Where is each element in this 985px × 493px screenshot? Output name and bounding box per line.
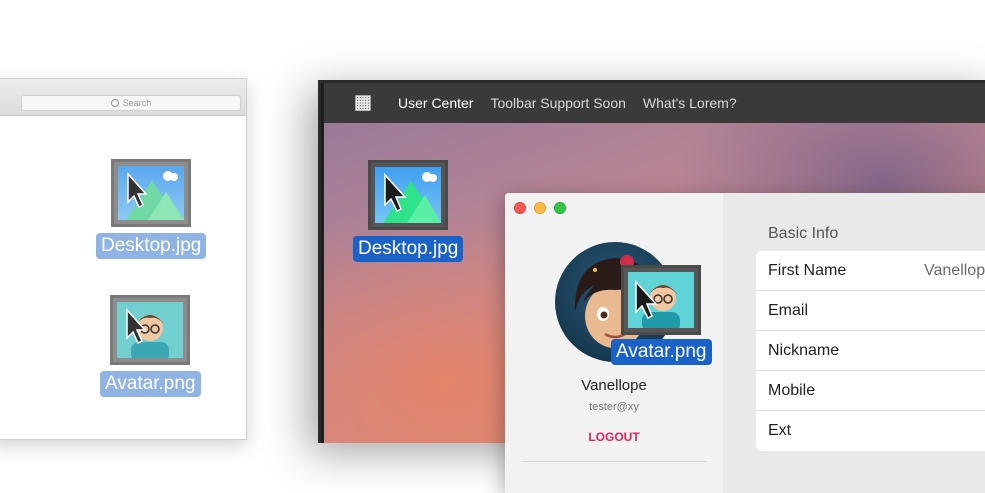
form-row-first-name[interactable]: First Name Vanellope bbox=[756, 251, 985, 291]
field-label: Email bbox=[768, 301, 809, 319]
app-toolbar: ▦ User Center Toolbar Support Soon What'… bbox=[324, 83, 985, 123]
field-label: First Name bbox=[768, 261, 847, 279]
user-name: Vanellope bbox=[581, 377, 647, 394]
qr-logo-icon[interactable]: ▦ bbox=[352, 92, 374, 114]
desktop-file-desktop[interactable]: Desktop.jpg bbox=[353, 160, 464, 262]
file-name-label: Avatar.png bbox=[611, 339, 712, 365]
file-name-label: Avatar.png bbox=[100, 371, 201, 397]
toolbar-item-user-center[interactable]: User Center bbox=[398, 95, 473, 111]
dragged-file-avatar[interactable]: Avatar.png bbox=[611, 265, 712, 365]
form-row-nickname[interactable]: Nickname bbox=[756, 331, 985, 371]
avatar-image-icon bbox=[110, 295, 191, 365]
finder-file-avatar[interactable]: Avatar.png bbox=[100, 295, 201, 397]
search-icon bbox=[110, 99, 119, 107]
form-row-mobile[interactable]: Mobile bbox=[756, 371, 985, 411]
basic-info-panel: Basic Info First Name Vanellope Email Ni… bbox=[723, 193, 985, 493]
app-window: ▦ User Center Toolbar Support Soon What'… bbox=[318, 80, 985, 493]
zoom-button[interactable] bbox=[554, 202, 566, 214]
form-row-email[interactable]: Email bbox=[756, 291, 985, 331]
form-row-ext[interactable]: Ext bbox=[756, 411, 985, 451]
window-controls bbox=[514, 202, 566, 214]
finder-search-field[interactable]: Search bbox=[21, 95, 241, 111]
finder-search-placeholder: Search bbox=[122, 98, 152, 108]
divider bbox=[521, 461, 707, 462]
section-title: Basic Info bbox=[768, 225, 839, 242]
file-name-label: Desktop.jpg bbox=[353, 236, 464, 262]
user-center-dialog: Vanellope tester@xy LOGOUT Basic Info Fi… bbox=[505, 193, 985, 493]
field-label: Mobile bbox=[768, 381, 816, 399]
toolbar-item-whats-lorem[interactable]: What's Lorem? bbox=[643, 95, 737, 111]
file-name-label: Desktop.jpg bbox=[96, 233, 207, 259]
field-label: Ext bbox=[768, 422, 792, 439]
finder-file-desktop[interactable]: Desktop.jpg bbox=[96, 159, 207, 259]
landscape-image-icon bbox=[368, 160, 449, 230]
landscape-image-icon bbox=[111, 159, 192, 227]
logout-button[interactable]: LOGOUT bbox=[505, 430, 723, 444]
toolbar-item-support-soon[interactable]: Toolbar Support Soon bbox=[490, 95, 625, 111]
close-button[interactable] bbox=[514, 202, 526, 214]
finder-toolbar: Search bbox=[0, 79, 246, 116]
avatar-image-icon bbox=[621, 265, 702, 335]
field-label: Nickname bbox=[768, 341, 840, 359]
basic-info-form: First Name Vanellope Email Nickname Mobi… bbox=[756, 251, 985, 451]
minimize-button[interactable] bbox=[534, 202, 546, 214]
first-name-value[interactable]: Vanellope bbox=[924, 262, 985, 280]
user-email: tester@xy bbox=[589, 401, 639, 413]
